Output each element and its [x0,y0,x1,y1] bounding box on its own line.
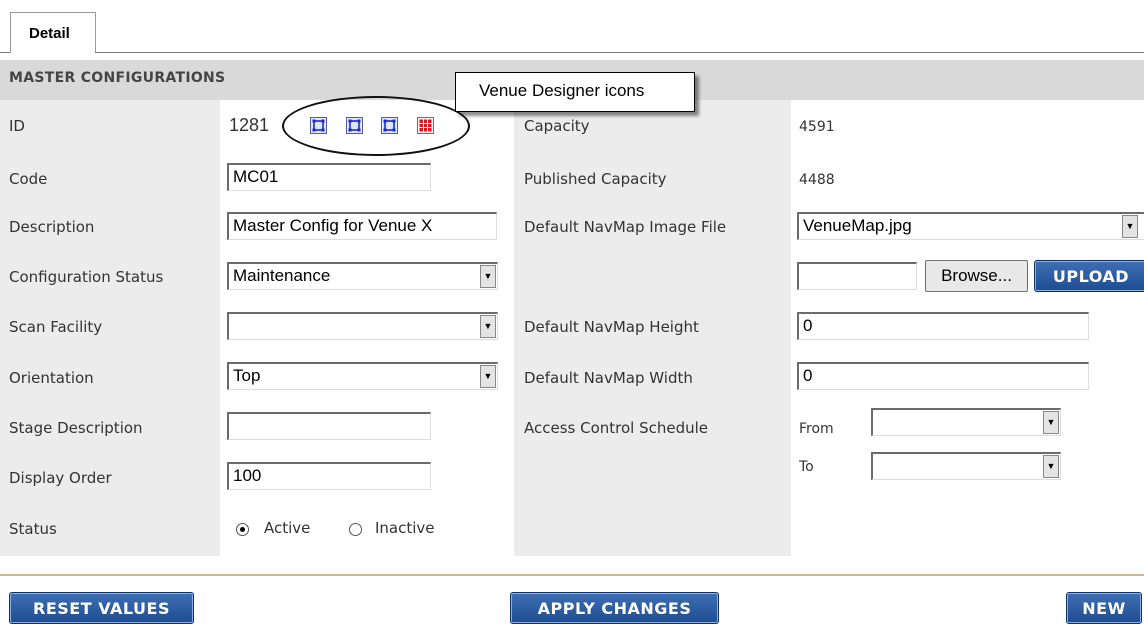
tab-baseline [95,52,1144,53]
stage-description-label: Stage Description [9,419,143,437]
from-label: From [799,421,834,437]
navmap-width-label: Default NavMap Width [524,369,693,387]
navmap-image-label: Default NavMap Image File [524,218,727,236]
tab-baseline-left [0,52,10,53]
navmap-height-label: Default NavMap Height [524,318,699,336]
status-inactive-label: Inactive [375,519,435,537]
to-label: To [799,459,814,475]
configuration-status-label: Configuration Status [9,268,164,286]
upload-button[interactable]: UPLOAD [1034,260,1144,292]
status-active-radio[interactable] [236,523,249,536]
description-field[interactable]: Master Config for Venue X [227,212,497,240]
code-field[interactable]: MC01 [227,163,431,191]
description-label: Description [9,218,95,236]
configuration-status-value: Maintenance [233,266,331,285]
tab-strip: Detail [0,0,1144,53]
access-to-select[interactable]: ▼ [871,452,1061,480]
browse-button[interactable]: Browse... [925,260,1028,292]
chevron-down-icon[interactable]: ▼ [480,365,496,388]
chevron-down-icon[interactable]: ▼ [1043,455,1059,478]
footer-divider [0,574,1144,576]
status-label: Status [9,520,57,538]
apply-changes-button[interactable]: APPLY CHANGES [510,592,719,624]
reset-values-button[interactable]: RESET VALUES [9,592,194,624]
id-label: ID [9,117,25,135]
navmap-width-field[interactable]: 0 [797,362,1089,390]
navmap-image-value: VenueMap.jpg [803,216,912,235]
scan-facility-label: Scan Facility [9,318,103,336]
orientation-select[interactable]: Top ▼ [227,362,498,390]
access-control-label: Access Control Schedule [524,419,709,437]
icons-highlight-oval [282,96,470,156]
display-order-label: Display Order [9,469,112,487]
chevron-down-icon[interactable]: ▼ [1122,215,1138,238]
navmap-height-field[interactable]: 0 [797,312,1089,340]
published-capacity-value: 4488 [799,172,835,188]
capacity-value: 4591 [799,119,835,135]
published-capacity-label: Published Capacity [524,170,667,188]
orientation-label: Orientation [9,369,94,387]
chevron-down-icon[interactable]: ▼ [480,265,496,288]
stage-description-field[interactable] [227,412,431,440]
status-active-label: Active [264,519,311,537]
id-value: 1281 [229,115,270,135]
orientation-value: Top [233,366,261,385]
new-button[interactable]: NEW [1066,592,1142,624]
access-from-select[interactable]: ▼ [871,408,1061,436]
file-path-field[interactable] [797,262,917,290]
chevron-down-icon[interactable]: ▼ [1043,411,1059,434]
status-inactive-radio[interactable] [349,523,362,536]
capacity-label: Capacity [524,117,590,135]
tab-detail[interactable]: Detail [10,12,96,53]
configuration-status-select[interactable]: Maintenance ▼ [227,262,498,290]
venue-designer-callout: Venue Designer icons [455,72,695,112]
scan-facility-select[interactable]: ▼ [227,312,498,340]
navmap-image-select[interactable]: VenueMap.jpg ▼ [797,212,1144,240]
chevron-down-icon[interactable]: ▼ [480,315,496,338]
display-order-field[interactable]: 100 [227,462,431,490]
code-label: Code [9,170,48,188]
